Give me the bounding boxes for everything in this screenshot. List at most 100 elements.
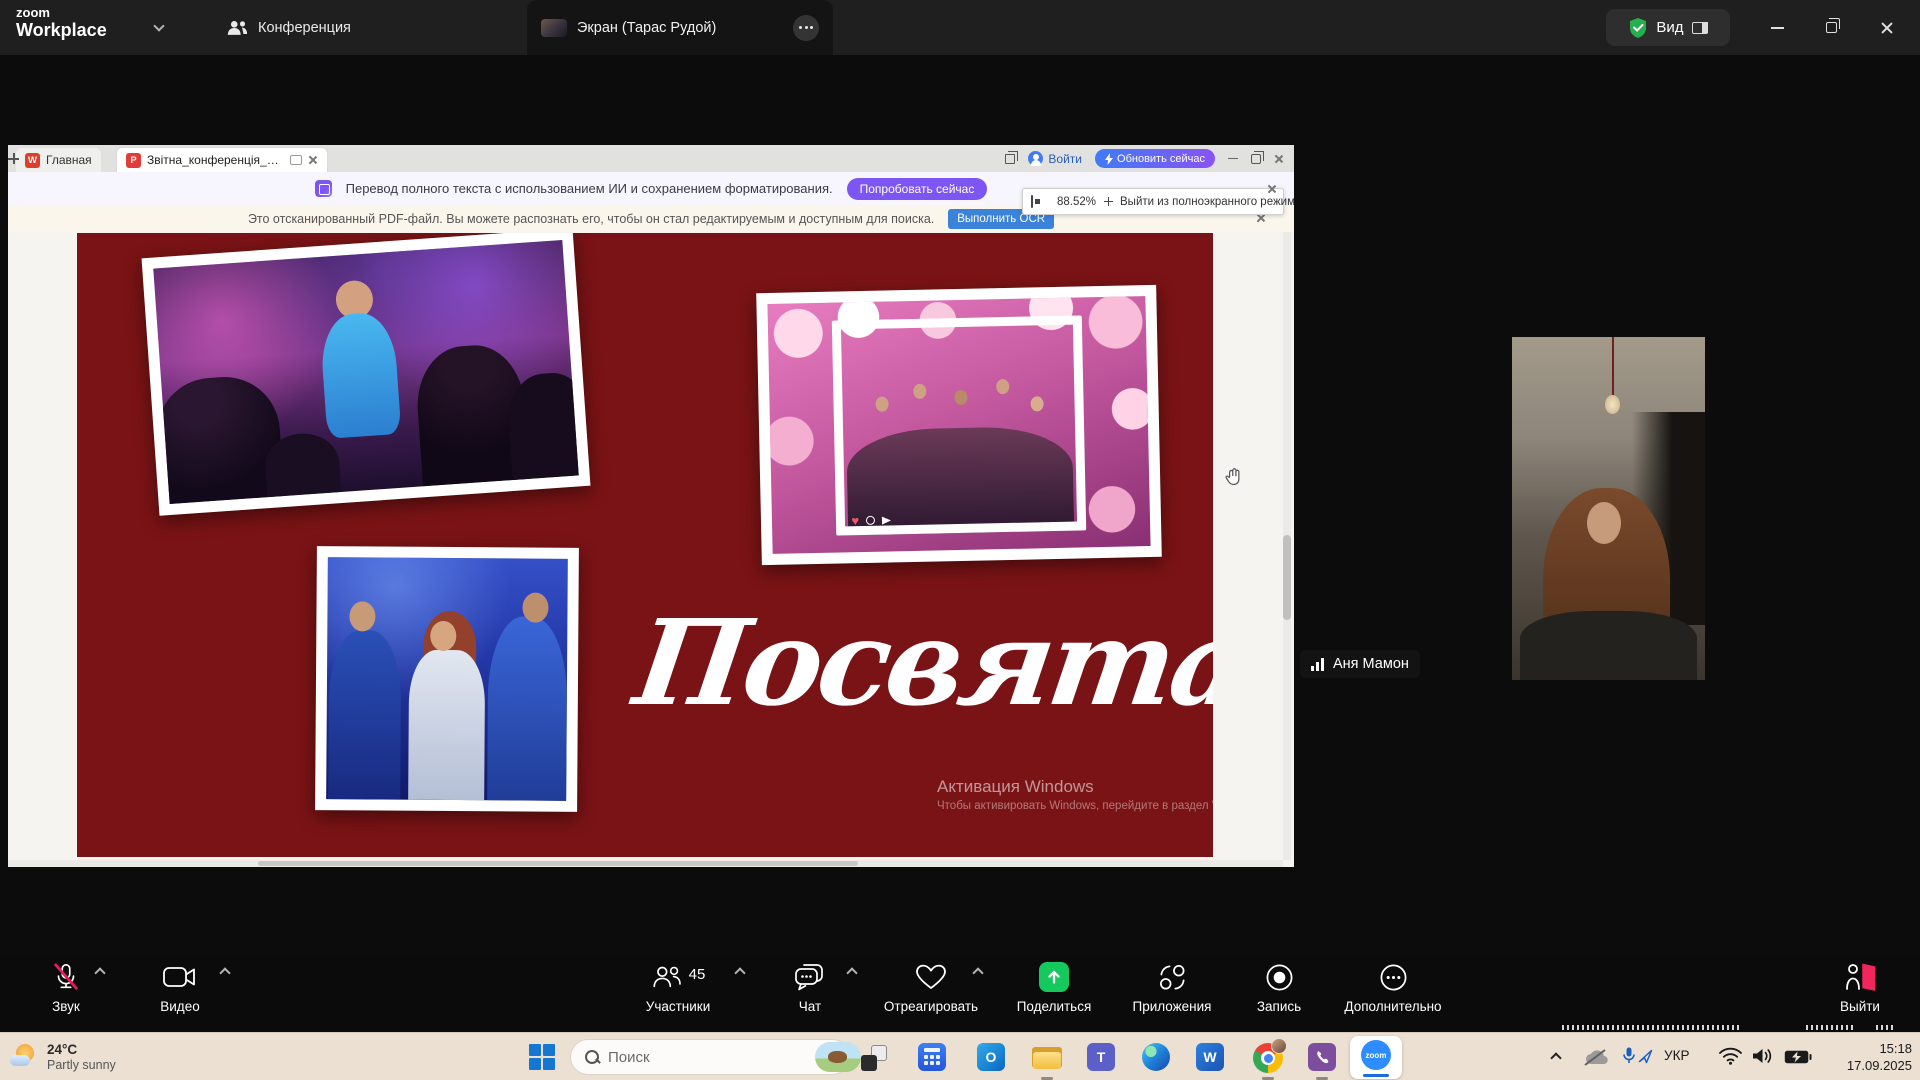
windows-activation-watermark: Активация Windows Чтобы активировать Win… <box>937 777 1213 812</box>
taskbar-search[interactable] <box>570 1039 850 1075</box>
slide-title: Посвята <box>627 593 1127 732</box>
video-button[interactable]: Видео <box>125 962 235 1014</box>
wps-window-controls: Войти Обновить сейчас <box>1005 145 1284 172</box>
chat-label: Чат <box>799 999 821 1014</box>
participant-name: Аня Мамон <box>1333 656 1409 672</box>
calculator-app-icon[interactable] <box>918 1043 946 1071</box>
partly-sunny-icon <box>10 1044 38 1070</box>
exit-fullscreen-button[interactable]: Выйти из полноэкранного режима <box>1120 196 1294 208</box>
chat-icon <box>794 963 826 991</box>
blue-stage-photo <box>315 546 579 812</box>
toolbar-close-icon[interactable] <box>1267 184 1277 194</box>
wps-minimize-icon[interactable] <box>1228 158 1238 160</box>
heart-icon <box>915 963 947 991</box>
lamp-cord <box>1612 337 1614 399</box>
restore-button[interactable] <box>1812 0 1850 55</box>
start-button[interactable] <box>529 1044 555 1070</box>
account-avatar-icon <box>1028 151 1043 166</box>
viber-app-icon[interactable] <box>1308 1043 1336 1071</box>
view-button-label: Вид <box>1656 19 1683 36</box>
wps-home-label: Главная <box>46 153 92 167</box>
tab-meeting[interactable]: Конференция <box>212 0 365 55</box>
apps-icon <box>1158 963 1187 992</box>
share-button[interactable]: Поделиться <box>999 962 1109 1014</box>
vertical-scrollbar-thumb[interactable] <box>1283 535 1291 620</box>
record-icon <box>1265 963 1294 992</box>
person-body <box>1520 611 1698 680</box>
task-view-button[interactable] <box>861 1045 887 1071</box>
audio-button[interactable]: Звук <box>11 962 121 1014</box>
word-app-icon[interactable]: W <box>1196 1043 1224 1071</box>
zoom-app-icon: zoom <box>1361 1040 1391 1070</box>
participants-button[interactable]: 45 Участники <box>623 962 733 1014</box>
chrome-browser-icon[interactable] <box>1253 1043 1283 1073</box>
mic-in-use-icon[interactable] <box>1623 1047 1635 1064</box>
onedrive-paused-icon[interactable] <box>1582 1048 1608 1066</box>
plus-icon <box>8 153 19 164</box>
zoom-app-active[interactable]: zoom <box>1350 1036 1402 1079</box>
clipped-text-fragment <box>1876 1025 1893 1030</box>
more-icon <box>1379 963 1408 992</box>
party-photo <box>142 233 591 516</box>
search-highlight-image <box>815 1042 861 1072</box>
comment-icon[interactable] <box>290 155 302 165</box>
location-in-use-icon[interactable] <box>1638 1049 1653 1064</box>
battery-charging-icon[interactable] <box>1784 1050 1812 1064</box>
weather-widget[interactable]: 24°C Partly sunny <box>10 1033 116 1080</box>
minimize-button[interactable] <box>1758 0 1796 55</box>
participant-video[interactable] <box>1512 337 1705 680</box>
view-button[interactable]: Вид <box>1606 9 1730 46</box>
hand-cursor-icon <box>1225 467 1241 485</box>
signin-button[interactable]: Войти <box>1028 151 1082 166</box>
watermark-line1: Активация Windows <box>937 777 1213 797</box>
wps-document-title: Звітна_конференція_студент <box>147 153 284 167</box>
leave-label: Выйти <box>1840 999 1880 1014</box>
taskbar-clock[interactable]: 15:18 17.09.2025 <box>1847 1040 1912 1074</box>
zoom-level: 88.52% <box>1057 196 1096 208</box>
chevron-down-icon[interactable] <box>153 20 164 31</box>
close-button[interactable] <box>1868 0 1906 55</box>
update-now-button[interactable]: Обновить сейчас <box>1095 149 1215 168</box>
presentation-slide: ♥ Посвята Активац <box>77 233 1213 857</box>
react-button[interactable]: Отреагировать <box>876 962 986 1014</box>
outlook-app-icon[interactable]: O <box>977 1043 1005 1071</box>
record-button[interactable]: Запись <box>1224 962 1334 1014</box>
window-mode-icon[interactable] <box>1005 154 1015 164</box>
try-now-button[interactable]: Попробовать сейчас <box>847 178 988 200</box>
language-indicator[interactable]: УКР <box>1664 1048 1689 1063</box>
frame-icons: ♥ <box>851 513 891 527</box>
fit-screen-icon[interactable] <box>1031 195 1033 208</box>
wps-maximize-icon[interactable] <box>1251 154 1261 164</box>
apps-label: Приложения <box>1133 999 1212 1014</box>
shield-check-icon <box>1628 17 1648 39</box>
horizontal-scrollbar-thumb[interactable] <box>258 861 858 866</box>
clipped-text-fragment <box>1562 1025 1742 1030</box>
more-label: Дополнительно <box>1344 999 1441 1014</box>
wps-document-tab[interactable]: P Звітна_конференція_студент <box>116 147 328 172</box>
windows-taskbar: 24°C Partly sunny O T W zoom УКР <box>0 1032 1920 1080</box>
leave-button[interactable]: Выйти <box>1805 962 1915 1014</box>
search-input[interactable] <box>608 1049 807 1066</box>
chrome-profile-avatar <box>1271 1038 1287 1054</box>
wifi-icon[interactable] <box>1718 1047 1743 1065</box>
tray-expand-chevron[interactable] <box>1550 1052 1561 1063</box>
wps-close-icon[interactable] <box>1274 154 1284 164</box>
more-button[interactable]: Дополнительно <box>1338 962 1448 1014</box>
participants-options-chevron[interactable] <box>734 967 745 978</box>
bolt-icon <box>1105 153 1113 165</box>
ai-banner-text: Перевод полного текста с использованием … <box>346 181 833 196</box>
camera-icon <box>163 965 197 989</box>
leave-door-icon <box>1843 962 1877 992</box>
apps-button[interactable]: Приложения <box>1117 962 1227 1014</box>
edge-browser-icon[interactable] <box>1142 1043 1170 1071</box>
close-tab-icon[interactable] <box>308 155 318 165</box>
tab-options-button[interactable] <box>793 15 819 41</box>
wps-home-tab[interactable]: W Главная <box>16 148 101 172</box>
mic-muted-icon <box>51 962 81 992</box>
tab-screen-share[interactable]: Экран (Тарас Рудой) <box>527 0 833 55</box>
participants-count: 45 <box>689 966 706 983</box>
ai-translate-icon <box>315 180 332 197</box>
teams-app-icon[interactable]: T <box>1087 1043 1115 1071</box>
volume-icon[interactable] <box>1752 1047 1774 1065</box>
file-explorer-icon[interactable] <box>1032 1043 1062 1071</box>
